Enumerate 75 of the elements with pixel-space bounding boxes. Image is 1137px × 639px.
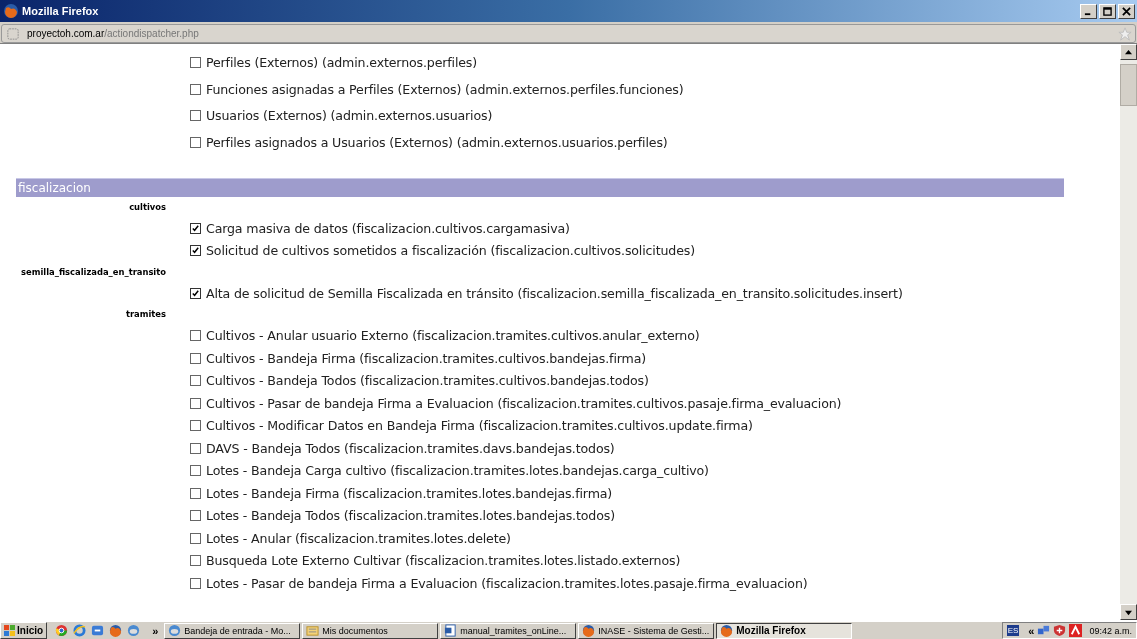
checkbox[interactable] <box>190 375 201 386</box>
checkbox[interactable] <box>190 487 201 499</box>
taskbar-button[interactable]: Bandeja de entrada - Mo... <box>164 622 301 639</box>
taskbar-button[interactable]: INASE - Sistema de Gesti... <box>578 622 715 639</box>
checkbox[interactable] <box>190 222 201 234</box>
permission-label: Lotes - Bandeja Carga cultivo (fiscalizacion.tramites.lotes.bandejas.carga_cultivo) <box>206 463 709 478</box>
checkbox[interactable] <box>190 532 201 544</box>
maximize-button[interactable] <box>1099 3 1116 19</box>
permission-label: Perfiles asignados a Usuarios (Externos) (admin.externos.usuarios.perfiles) <box>206 134 668 150</box>
checkbox[interactable] <box>190 555 201 566</box>
checkbox[interactable] <box>190 110 201 122</box>
document-icon[interactable] <box>444 624 458 637</box>
checkbox[interactable] <box>190 56 201 68</box>
taskbar-button[interactable]: manual_tramites_onLine... <box>440 622 577 639</box>
permission-label: Cultivos - Bandeja Todos (fiscalizacion.tramites.cultivos.bandejas.todos) <box>206 373 649 388</box>
scrollbar[interactable] <box>1120 44 1137 620</box>
address-field[interactable]: proyectoh.com.ar/actiondispatcher.php <box>1 24 1136 43</box>
checkbox[interactable] <box>190 287 201 299</box>
permission-label: Usuarios (Externos) (admin.externos.usuarios) <box>206 108 493 124</box>
minimize-button[interactable] <box>1080 3 1097 19</box>
firefox-icon <box>3 3 19 19</box>
checkbox[interactable] <box>190 510 201 521</box>
section-header: fiscalizacion <box>16 177 1064 197</box>
scroll-down-icon[interactable] <box>1120 604 1137 620</box>
permission-label: Funciones asignadas a Perfiles (Externos) (admin.externos.perfiles.funciones) <box>206 81 684 97</box>
group-label: tramites <box>124 309 166 320</box>
checkbox[interactable] <box>190 245 201 256</box>
checkbox[interactable] <box>190 330 201 341</box>
permission-label: Cultivos - Anular usuario Externo (fiscalizacion.tramites.cultivos.anular_externo) <box>206 328 700 343</box>
permission-label: Cultivos - Pasar de bandeja Firma a Evaluacion (fiscalizacion.tramites.cultivos.pasaje.firma_evaluacion) <box>206 395 842 411</box>
permission-label: Cultivos - Bandeja Firma (fiscalizacion.tramites.cultivos.bandejas.firma) <box>206 350 646 366</box>
permission-label: Lotes - Pasar de bandeja Firma a Evaluacion (fiscalizacion.tramites.lotes.pasaje.firma_evaluacion) <box>206 575 808 591</box>
group-label: semilla_fiscalizada_en_transito <box>20 266 166 277</box>
firefox-icon[interactable] <box>720 624 734 637</box>
network-icon[interactable] <box>1037 624 1051 637</box>
clock: 09:42 a.m. <box>1089 625 1132 636</box>
site-icon <box>7 27 19 40</box>
permission-label: Perfiles (Externos) (admin.externos.perfiles) <box>206 54 478 70</box>
checkbox[interactable] <box>190 136 201 148</box>
permission-label: Lotes - Bandeja Firma (fiscalizacion.tramites.lotes.bandejas.firma) <box>206 485 613 501</box>
checkbox[interactable] <box>190 420 201 431</box>
star-icon[interactable] <box>1118 26 1132 41</box>
taskbar-button[interactable]: Mis documentos <box>302 622 439 639</box>
permission-label: Lotes - Bandeja Todos (fiscalizacion.tramites.lotes.bandejas.todos) <box>206 508 615 523</box>
firefox-icon[interactable] <box>582 624 596 637</box>
checkbox[interactable] <box>190 577 201 589</box>
scroll-thumb[interactable] <box>1120 64 1137 106</box>
shield-icon[interactable] <box>1053 624 1067 637</box>
permission-label: Solicitud de cultivos sometidos a fiscalización (fiscalizacion.cultivos.solicitudes) <box>206 243 695 258</box>
permission-label: DAVS - Bandeja Todos (fiscalizacion.tramites.davs.bandejas.todos) <box>206 440 615 456</box>
permission-label: Alta de solicitud de Semilla Fiscalizada en tránsito (fiscalizacion.semilla_fiscalizada_en_transito.solicitudes.insert) <box>206 285 903 301</box>
scroll-up-icon[interactable] <box>1120 44 1137 60</box>
firefox-icon[interactable] <box>109 624 123 637</box>
checkbox[interactable] <box>190 352 201 364</box>
permission-label: Carga masiva de datos (fiscalizacion.cultivos.cargamasiva) <box>206 220 570 236</box>
explorer-icon[interactable] <box>73 624 87 637</box>
close-button[interactable] <box>1118 3 1135 19</box>
permission-label: Cultivos - Modificar Datos en Bandeja Firma (fiscalizacion.tramites.cultivos.update.firma) <box>206 418 753 433</box>
checkbox[interactable] <box>190 465 201 476</box>
chrome-icon[interactable] <box>55 624 69 637</box>
windows-flag-icon[interactable] <box>4 625 15 636</box>
checkbox[interactable] <box>190 397 201 409</box>
checkbox[interactable] <box>190 83 201 95</box>
group-label: cultivos <box>128 201 166 212</box>
checkbox[interactable] <box>190 442 201 454</box>
permission-label: Busqueda Lote Externo Cultivar (fiscalizacion.tramites.lotes.listado.externos) <box>206 553 681 568</box>
taskbar-button[interactable]: Mozilla Firefox <box>716 622 853 639</box>
start-button[interactable]: Inicio <box>0 622 48 639</box>
maximize-icon[interactable] <box>1103 6 1112 16</box>
tray-expand-button[interactable]: « <box>1028 624 1035 637</box>
overflow-button[interactable]: » <box>152 624 159 637</box>
close-icon[interactable] <box>1122 6 1131 16</box>
language-indicator[interactable]: ES <box>1006 625 1020 636</box>
permission-label: Lotes - Anular (fiscalizacion.tramites.lotes.delete) <box>206 530 511 546</box>
window-title: Mozilla Firefox <box>22 5 100 17</box>
